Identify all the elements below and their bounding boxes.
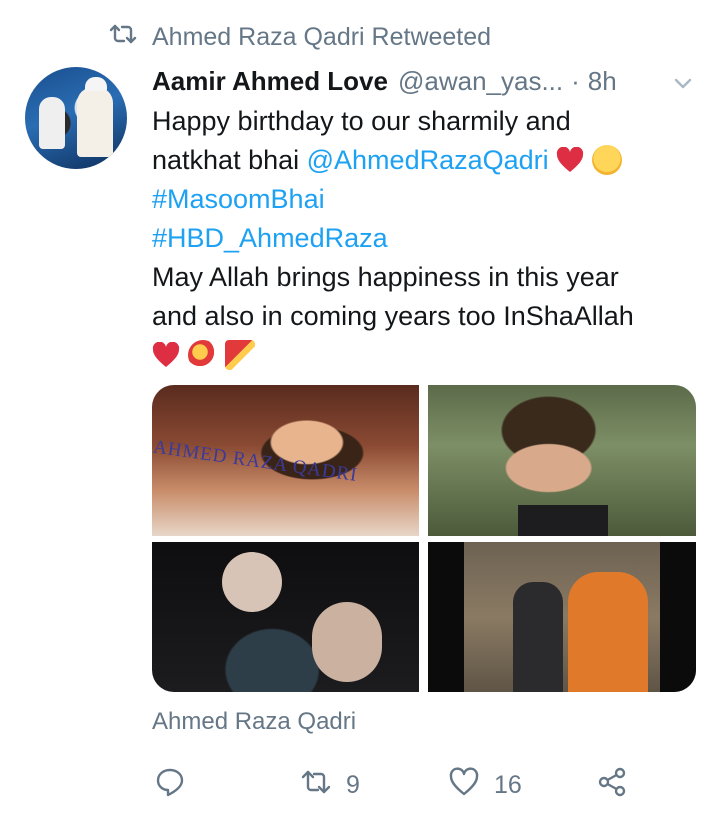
like-icon (448, 766, 480, 805)
hashtag-link[interactable]: #HBD_AhmedRaza (152, 219, 692, 258)
confetti-ball-emoji-icon (187, 340, 218, 370)
tweet-line: natkhat bhai @AhmedRazaQadri (152, 141, 692, 180)
mention-link[interactable]: @AhmedRazaQadri (307, 145, 549, 175)
share-icon (596, 766, 628, 805)
like-button[interactable]: 16 (448, 766, 522, 805)
avatar-figure (39, 97, 65, 149)
photo-detail (222, 552, 282, 612)
separator: · (571, 65, 580, 96)
photo-letterbox (660, 542, 696, 692)
tweet-header: Aamir Ahmed Love @awan_yas... · 8h (152, 64, 700, 98)
photo-detail (312, 602, 382, 682)
retweet-context[interactable]: Ahmed Raza Qadri Retweeted (108, 22, 491, 52)
photo-detail (518, 505, 608, 536)
tweet-line-text: natkhat bhai (152, 145, 307, 175)
chevron-down-icon[interactable] (672, 70, 694, 92)
avatar-cap (85, 77, 107, 91)
heart-emoji-icon (152, 340, 180, 367)
hashtag-link[interactable]: #MasoomBhai (152, 180, 692, 219)
media-photo[interactable]: AHMED RAZA QADRI (152, 385, 419, 536)
retweet-icon (108, 22, 138, 53)
like-count: 16 (494, 770, 522, 799)
reply-icon (154, 766, 186, 805)
tweet-actions: 9 16 (152, 760, 632, 810)
photo-letterbox (428, 542, 464, 692)
photo-detail (513, 582, 563, 692)
reply-button[interactable] (154, 766, 200, 805)
author-name[interactable]: Aamir Ahmed Love (152, 66, 388, 97)
tweet-line (152, 336, 692, 375)
tweet-line: May Allah brings happiness in this year (152, 262, 619, 292)
tagged-user[interactable]: Ahmed Raza Qadri (152, 708, 356, 736)
tweet-line: Happy birthday to our sharmily and (152, 106, 571, 136)
party-popper-emoji-icon (225, 340, 256, 370)
heart-emoji-icon (556, 145, 584, 172)
kiss-emoji-icon (591, 145, 622, 175)
media-photo[interactable] (428, 542, 696, 692)
media-photo[interactable] (152, 542, 419, 692)
media-grid: AHMED RAZA QADRI (152, 385, 696, 692)
tweet-text: Happy birthday to our sharmily and natkh… (152, 102, 692, 375)
share-button[interactable] (596, 766, 628, 805)
tweet-line: and also in coming years too InShaAllah (152, 301, 634, 331)
avatar-figure (77, 87, 113, 157)
retweet-icon (300, 766, 332, 805)
photo-detail (568, 572, 648, 692)
retweet-context-label: Ahmed Raza Qadri Retweeted (152, 22, 492, 51)
media-photo[interactable] (428, 385, 696, 536)
retweet-button[interactable]: 9 (300, 766, 360, 805)
author-handle[interactable]: @awan_yas... (398, 66, 563, 97)
photo-watermark: AHMED RAZA QADRI (152, 436, 359, 486)
tweet-time[interactable]: 8h (588, 66, 617, 97)
retweet-count: 9 (346, 770, 360, 799)
avatar[interactable] (25, 67, 127, 169)
